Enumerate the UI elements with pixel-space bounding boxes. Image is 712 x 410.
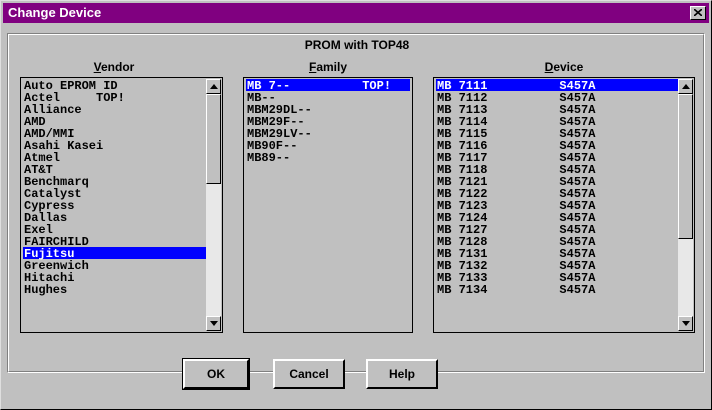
arrow-down-icon	[210, 321, 218, 326]
vendor-list-item[interactable]: Cypress	[23, 199, 206, 213]
vendor-list-item[interactable]: Fujitsu	[23, 247, 206, 261]
device-list-item[interactable]: MB 7132 S457A	[436, 259, 678, 273]
change-device-dialog: Change Device PROM with TOP48 Vendor Fam…	[0, 0, 712, 410]
vendor-scroll-up-button[interactable]	[206, 79, 221, 94]
device-scroll-thumb[interactable]	[678, 94, 693, 239]
vendor-list-item[interactable]: Atmel	[23, 151, 206, 165]
vendor-list-item[interactable]: Catalyst	[23, 187, 206, 201]
vendor-list-item[interactable]: Auto EPROM ID	[23, 79, 206, 93]
vendor-list-item[interactable]: Asahi Kasei	[23, 139, 206, 153]
help-button[interactable]: Help	[366, 359, 438, 389]
vendor-list-item[interactable]: Hughes	[23, 283, 206, 297]
vendor-header: Vendor	[93, 60, 135, 74]
device-list-item[interactable]: MB 7128 S457A	[436, 235, 678, 249]
device-scrollbar[interactable]	[678, 79, 693, 331]
group-title: PROM with TOP48	[304, 38, 410, 52]
vendor-list-item[interactable]: Hitachi	[23, 271, 206, 285]
arrow-up-icon	[682, 84, 690, 89]
device-list-item[interactable]: MB 7127 S457A	[436, 223, 678, 237]
family-list-item[interactable]: MB89--	[246, 151, 410, 165]
vendor-scrollbar[interactable]	[206, 79, 221, 331]
vendor-list-item[interactable]: AMD/MMI	[23, 127, 206, 141]
vendor-listbox[interactable]: Auto EPROM ID Actel TOP! Alliance AMD AMD/MM…	[20, 77, 223, 333]
vendor-list-item[interactable]: Dallas	[23, 211, 206, 225]
device-list-item[interactable]: MB 7113 S457A	[436, 103, 678, 117]
device-list-item[interactable]: MB 7117 S457A	[436, 151, 678, 165]
family-listbox[interactable]: MB 7-- TOP! MB-- MBM29DL-- MBM29F-- MBM29LV-…	[243, 77, 413, 333]
device-list-item[interactable]: MB 7115 S457A	[436, 127, 678, 141]
vendor-list-item[interactable]: Exel	[23, 223, 206, 237]
device-list-item[interactable]: MB 7133 S457A	[436, 271, 678, 285]
vendor-list-item[interactable]: AT&T	[23, 163, 206, 177]
cancel-button[interactable]: Cancel	[273, 359, 345, 389]
vendor-items: Auto EPROM ID Actel TOP! Alliance AMD AMD/MM…	[23, 79, 206, 297]
device-scroll-down-button[interactable]	[678, 316, 693, 331]
device-listbox[interactable]: MB 7111 S457A MB 7112 S457A MB 7113 S457A M…	[433, 77, 695, 333]
arrow-up-icon	[210, 84, 218, 89]
device-header: Device	[544, 60, 584, 74]
window-title: Change Device	[8, 5, 102, 20]
device-list-item[interactable]: MB 7116 S457A	[436, 139, 678, 153]
family-header: Family	[308, 60, 348, 74]
family-list-item[interactable]: MB 7-- TOP!	[246, 79, 410, 93]
device-list-item[interactable]: MB 7112 S457A	[436, 91, 678, 105]
device-list-item[interactable]: MB 7114 S457A	[436, 115, 678, 129]
device-scroll-up-button[interactable]	[678, 79, 693, 94]
device-items: MB 7111 S457A MB 7112 S457A MB 7113 S457A M…	[436, 79, 678, 297]
vendor-list-item[interactable]: Actel TOP!	[23, 91, 206, 105]
vendor-list-item[interactable]: FAIRCHILD	[23, 235, 206, 249]
vendor-scroll-thumb[interactable]	[206, 94, 221, 184]
device-list-item[interactable]: MB 7131 S457A	[436, 247, 678, 261]
device-list-item[interactable]: MB 7118 S457A	[436, 163, 678, 177]
family-items: MB 7-- TOP! MB-- MBM29DL-- MBM29F-- MBM29LV-…	[246, 79, 410, 165]
family-list-item[interactable]: MBM29F--	[246, 115, 410, 129]
vendor-scroll-down-button[interactable]	[206, 316, 221, 331]
device-list-item[interactable]: MB 7122 S457A	[436, 187, 678, 201]
arrow-down-icon	[682, 321, 690, 326]
device-list-item[interactable]: MB 7123 S457A	[436, 199, 678, 213]
vendor-list-item[interactable]: Benchmarq	[23, 175, 206, 189]
family-list-item[interactable]: MB90F--	[246, 139, 410, 153]
title-bar: Change Device	[3, 3, 709, 23]
ok-button[interactable]: OK	[182, 358, 250, 390]
device-list-item[interactable]: MB 7124 S457A	[436, 211, 678, 225]
close-icon	[694, 9, 702, 16]
family-list-item[interactable]: MBM29LV--	[246, 127, 410, 141]
device-list-item[interactable]: MB 7121 S457A	[436, 175, 678, 189]
vendor-list-item[interactable]: Greenwich	[23, 259, 206, 273]
family-list-item[interactable]: MBM29DL--	[246, 103, 410, 117]
device-list-item[interactable]: MB 7111 S457A	[436, 79, 678, 93]
device-list-item[interactable]: MB 7134 S457A	[436, 283, 678, 297]
close-button[interactable]	[690, 6, 706, 20]
